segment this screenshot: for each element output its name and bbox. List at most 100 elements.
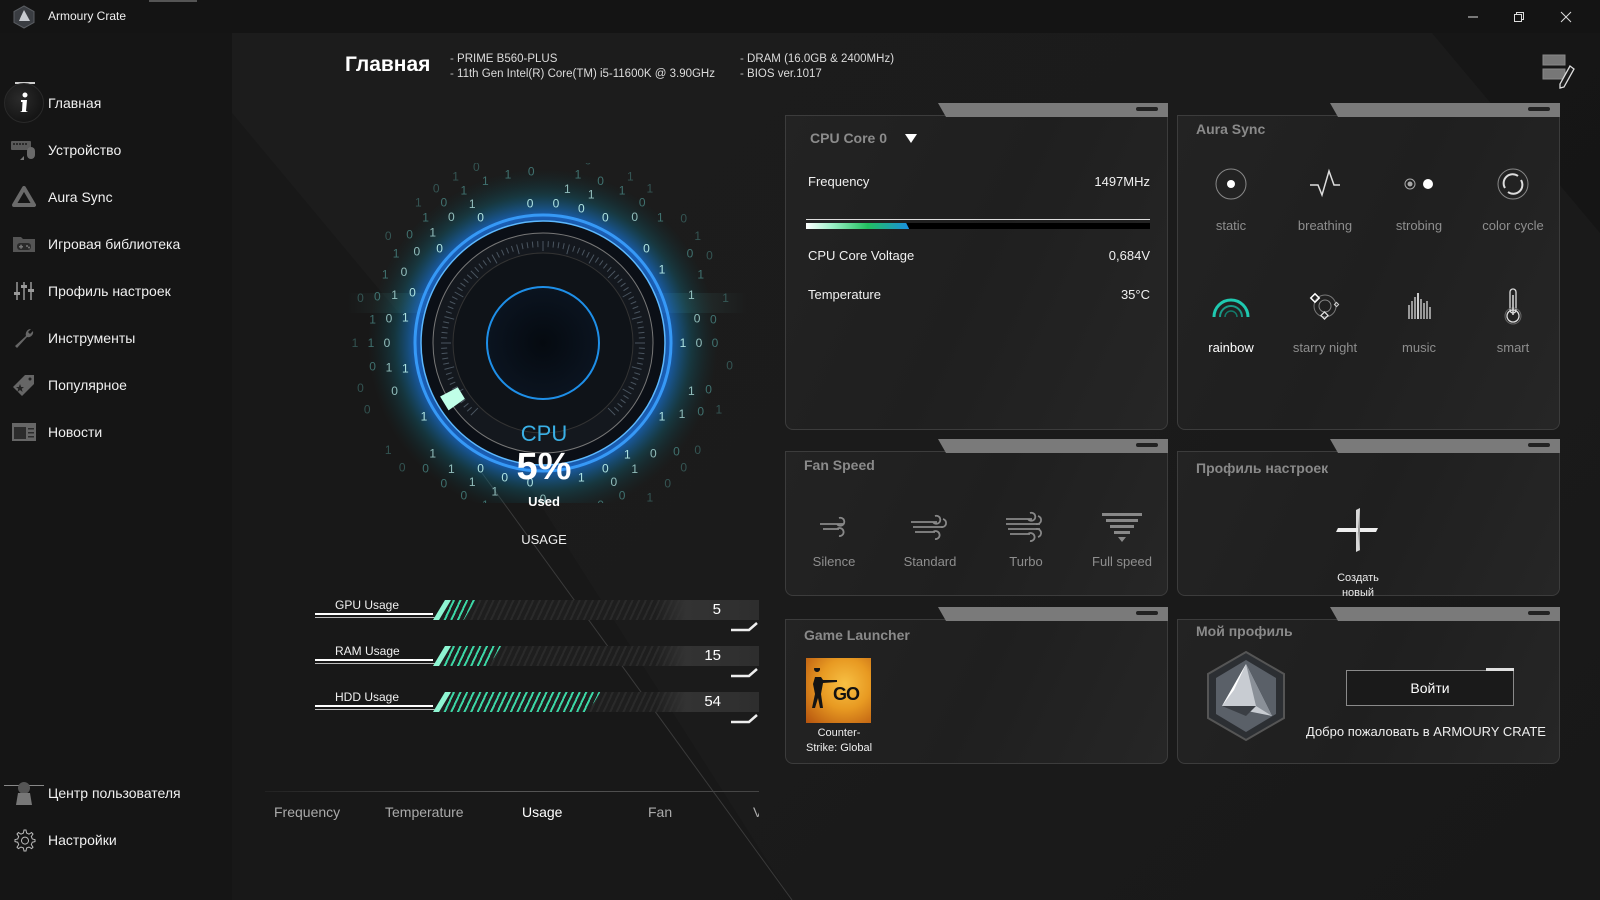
binary-digit: 0 xyxy=(585,163,592,167)
armoury-crate-logo-icon xyxy=(13,5,35,29)
binary-digit: 1 xyxy=(421,410,428,424)
gauge-tick xyxy=(638,352,645,355)
binary-digit: 0 xyxy=(619,489,626,503)
sidebar-item-settings[interactable]: Настройки xyxy=(0,820,232,860)
sidebar-item-popular[interactable]: Популярное xyxy=(0,365,232,405)
aura-effect-label: starry night xyxy=(1292,340,1358,355)
fan-mode-label: Standard xyxy=(903,554,957,569)
sidebar-item-news[interactable]: Новости xyxy=(0,412,232,452)
tab-fan[interactable]: Fan xyxy=(648,804,672,820)
aura-effect-smart[interactable]: smart xyxy=(1466,286,1560,355)
keyboard-mouse-icon xyxy=(10,136,38,164)
monitor-tabs: Frequency Temperature Usage Fan V xyxy=(265,791,759,831)
tab-voltage[interactable]: V xyxy=(753,804,759,820)
binary-digit: 1 xyxy=(688,384,695,398)
news-icon xyxy=(10,418,38,446)
fan-mode-standard[interactable]: Standard xyxy=(882,510,978,569)
aura-effect-music[interactable]: music xyxy=(1372,286,1466,355)
panel-accent xyxy=(1330,439,1560,453)
sidebar-item-device[interactable]: Устройство xyxy=(0,130,232,170)
binary-digit: 1 xyxy=(385,443,392,457)
tab-usage[interactable]: Usage xyxy=(522,804,562,820)
restore-icon xyxy=(1514,11,1524,22)
binary-digit: 1 xyxy=(369,313,376,327)
binary-digit: 0 xyxy=(401,265,408,279)
binary-digit: 0 xyxy=(528,164,535,178)
binary-digit: 1 xyxy=(448,462,455,476)
fan-mode-full-speed[interactable]: Full speed xyxy=(1074,510,1170,569)
equalizer-icon xyxy=(1399,286,1439,326)
create-label-line: новый xyxy=(1341,587,1375,599)
cpu-core-dropdown[interactable]: CPU Core 0 xyxy=(810,130,918,146)
sidebar-item-user-center[interactable]: Центр пользователя xyxy=(0,773,232,813)
sidebar-item-home[interactable]: Главная xyxy=(0,83,232,123)
checkmark-icon xyxy=(731,622,758,632)
binary-digit: 0 xyxy=(694,312,701,326)
sidebar-item-game-library[interactable]: Игровая библиотека xyxy=(0,224,232,264)
static-dot-icon xyxy=(1211,164,1251,204)
binary-digit: 0 xyxy=(602,211,609,225)
system-info-left: PRIME B560-PLUS 11th Gen Intel(R) Core(T… xyxy=(450,52,715,82)
binary-digit: 1 xyxy=(659,410,666,424)
binary-digit: 0 xyxy=(357,291,364,305)
fan-mode-turbo[interactable]: Turbo xyxy=(978,510,1074,569)
cpu-gauge-label: CPU xyxy=(520,421,568,446)
gamepad-folder-icon xyxy=(10,230,38,258)
frequency-value: 1497MHz xyxy=(1094,174,1150,189)
binary-digit: 0 xyxy=(553,197,560,211)
aura-effect-starry-night[interactable]: starry night xyxy=(1278,286,1372,355)
aura-effect-label: smart xyxy=(1496,340,1530,355)
gauge-tick xyxy=(441,352,448,355)
login-label: Войти xyxy=(1410,680,1450,696)
frequency-bar-fill xyxy=(806,223,909,229)
dram-info: DRAM (16.0GB & 2400MHz) xyxy=(740,52,894,67)
tab-frequency[interactable]: Frequency xyxy=(274,804,340,820)
binary-digit: 0 xyxy=(706,249,713,263)
sidebar-item-tools[interactable]: Инструменты xyxy=(0,318,232,358)
binary-digit: 1 xyxy=(402,310,409,324)
tab-temperature[interactable]: Temperature xyxy=(385,804,464,820)
binary-digit: 0 xyxy=(694,443,701,457)
voltage-row: CPU Core Voltage 0,684V xyxy=(808,248,1150,263)
binary-digit: 0 xyxy=(357,381,364,395)
aura-effect-label: static xyxy=(1215,218,1247,233)
aura-effect-rainbow[interactable]: rainbow xyxy=(1184,286,1278,355)
tag-star-icon xyxy=(10,371,38,399)
minimize-button[interactable] xyxy=(1450,0,1496,33)
binary-digit: 1 xyxy=(588,188,595,202)
usage-value: 15 xyxy=(704,647,721,664)
sidebar-item-aura-sync[interactable]: Aura Sync xyxy=(0,177,232,217)
fan-mode-silence[interactable]: Silence xyxy=(786,510,882,569)
aura-effect-color-cycle[interactable]: color cycle xyxy=(1466,164,1560,233)
usage-value: 5 xyxy=(712,601,721,618)
restore-button[interactable] xyxy=(1496,0,1542,33)
binary-digit: 1 xyxy=(386,360,393,374)
minimize-icon xyxy=(1468,16,1478,17)
login-button[interactable]: Войти xyxy=(1346,668,1514,706)
cpu-core-selected: CPU Core 0 xyxy=(810,130,888,146)
aura-effect-breathing[interactable]: breathing xyxy=(1278,164,1372,233)
binary-digit: 0 xyxy=(391,384,398,398)
binary-digit: 0 xyxy=(639,195,646,209)
edit-layout-button[interactable] xyxy=(1542,54,1576,90)
binary-digit: 0 xyxy=(384,336,391,350)
my-profile-panel: Мой профиль Войти Добро пожаловать в ARM… xyxy=(1177,607,1560,764)
panel-accent xyxy=(1330,607,1560,621)
game-tile-csgo[interactable]: GO Counter- Strike: Global xyxy=(806,658,872,756)
binary-digit: 1 xyxy=(391,288,398,302)
close-button[interactable] xyxy=(1543,0,1589,33)
csgo-game-icon: GO xyxy=(806,658,871,723)
aura-effect-label: music xyxy=(1402,340,1436,355)
sidebar-item-label: Aura Sync xyxy=(48,189,113,205)
binary-digit: 1 xyxy=(429,446,436,460)
sidebar-item-profiles[interactable]: Профиль настроек xyxy=(0,271,232,311)
aura-effect-static[interactable]: static xyxy=(1184,164,1278,233)
aura-effect-strobing[interactable]: strobing xyxy=(1372,164,1466,233)
temperature-value: 35°C xyxy=(1120,287,1150,302)
binary-digit: 1 xyxy=(679,407,686,421)
binary-digit: 1 xyxy=(680,336,687,350)
create-profile-button[interactable]: Создать новый xyxy=(1318,508,1398,601)
game-title: Counter- Strike: Global xyxy=(796,726,882,756)
usage-underline xyxy=(315,617,445,618)
checkmark-icon xyxy=(731,668,758,678)
